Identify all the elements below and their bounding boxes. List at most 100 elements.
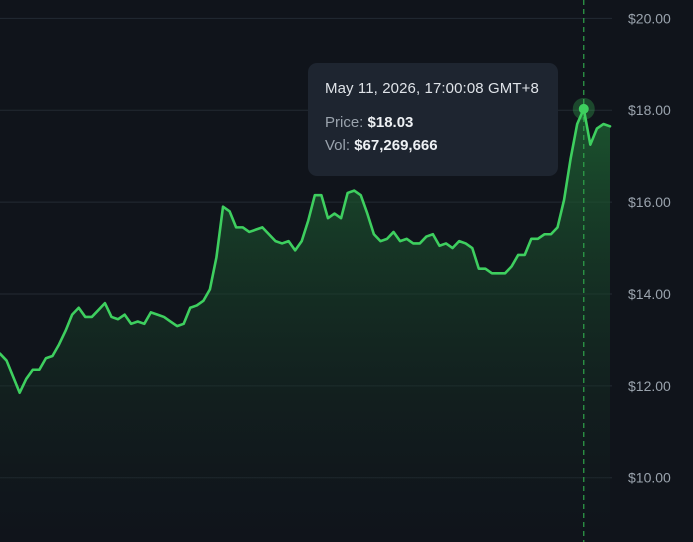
data-point: [471, 247, 473, 249]
data-point: [196, 304, 198, 306]
data-point: [78, 307, 80, 309]
data-point: [464, 242, 466, 244]
data-point: [268, 233, 270, 235]
data-point: [412, 242, 414, 244]
data-point: [517, 254, 519, 256]
data-point: [340, 217, 342, 219]
data-point: [64, 330, 66, 332]
data-point: [484, 268, 486, 270]
tooltip-price-row: Price: $18.03: [325, 114, 541, 131]
data-point: [563, 199, 565, 201]
data-point: [222, 205, 224, 207]
data-point: [445, 242, 447, 244]
data-point: [261, 226, 263, 228]
data-point: [71, 313, 73, 315]
data-point: [209, 288, 211, 290]
y-tick-label: $14.00: [628, 286, 671, 302]
data-point: [176, 325, 178, 327]
data-point: [301, 240, 303, 242]
data-point: [550, 233, 552, 235]
data-point: [51, 355, 53, 357]
tooltip-volume-key: Vol:: [325, 137, 351, 154]
data-point: [353, 189, 355, 191]
data-point: [425, 235, 427, 237]
data-point: [602, 123, 604, 125]
tooltip-date: May 11, 2026, 17:00:08 GMT+8: [325, 80, 539, 97]
data-point: [438, 245, 440, 247]
data-point: [84, 316, 86, 318]
data-point: [143, 323, 145, 325]
tooltip-volume-row: Vol: $67,269,666: [325, 137, 541, 154]
data-point: [510, 265, 512, 267]
data-point: [156, 313, 158, 315]
data-point: [609, 125, 611, 127]
data-point: [596, 127, 598, 129]
data-point: [169, 320, 171, 322]
data-point: [333, 212, 335, 214]
y-tick-label: $10.00: [628, 470, 671, 486]
data-point: [478, 268, 480, 270]
y-tick-label: $16.00: [628, 194, 671, 210]
data-point: [589, 143, 591, 145]
data-point: [123, 313, 125, 315]
data-point: [386, 238, 388, 240]
price-chart[interactable]: $10.00 $12.00 $14.00 $16.00 $18.00 $20.00 May…: [0, 0, 693, 542]
y-tick-label: $12.00: [628, 378, 671, 394]
data-point: [392, 231, 394, 233]
data-point: [504, 272, 506, 274]
data-point: [163, 316, 165, 318]
data-point: [228, 210, 230, 212]
data-point: [215, 256, 217, 258]
data-point: [307, 219, 309, 221]
data-point: [569, 157, 571, 159]
data-point: [576, 123, 578, 125]
data-point: [497, 272, 499, 274]
data-point: [182, 323, 184, 325]
tooltip-price-value: $18.03: [367, 114, 414, 131]
data-point: [543, 233, 545, 235]
data-point: [366, 212, 368, 214]
data-point: [556, 226, 558, 228]
data-point: [281, 242, 283, 244]
data-point: [537, 238, 539, 240]
data-point: [373, 233, 375, 235]
data-point: [45, 357, 47, 359]
data-point: [287, 240, 289, 242]
data-point: [97, 309, 99, 311]
data-point: [274, 240, 276, 242]
data-point: [5, 359, 7, 361]
data-point: [25, 378, 27, 380]
data-point: [320, 194, 322, 196]
data-point: [110, 316, 112, 318]
data-point: [12, 375, 14, 377]
data-point: [150, 311, 152, 313]
data-point: [458, 240, 460, 242]
y-tick-label: $18.00: [628, 102, 671, 118]
data-point: [432, 233, 434, 235]
data-point: [294, 249, 296, 251]
data-point: [530, 238, 532, 240]
tooltip-price-key: Price:: [325, 114, 364, 131]
data-point: [58, 343, 60, 345]
data-point: [248, 231, 250, 233]
data-point: [137, 320, 139, 322]
data-point: [346, 192, 348, 194]
price-tooltip: May 11, 2026, 17:00:08 GMT+8 Price: $18.…: [308, 63, 558, 176]
data-point: [241, 226, 243, 228]
data-point: [117, 318, 119, 320]
data-point: [379, 240, 381, 242]
data-point: [38, 369, 40, 371]
data-point: [451, 247, 453, 249]
data-point: [491, 272, 493, 274]
data-point: [255, 228, 257, 230]
data-point: [130, 323, 132, 325]
data-point: [405, 238, 407, 240]
y-tick-label: $20.00: [628, 10, 671, 26]
data-point: [524, 254, 526, 256]
data-point: [235, 226, 237, 228]
data-point: [91, 316, 93, 318]
hover-point: [578, 103, 589, 114]
data-point: [419, 242, 421, 244]
data-point: [32, 369, 34, 371]
data-point: [189, 307, 191, 309]
